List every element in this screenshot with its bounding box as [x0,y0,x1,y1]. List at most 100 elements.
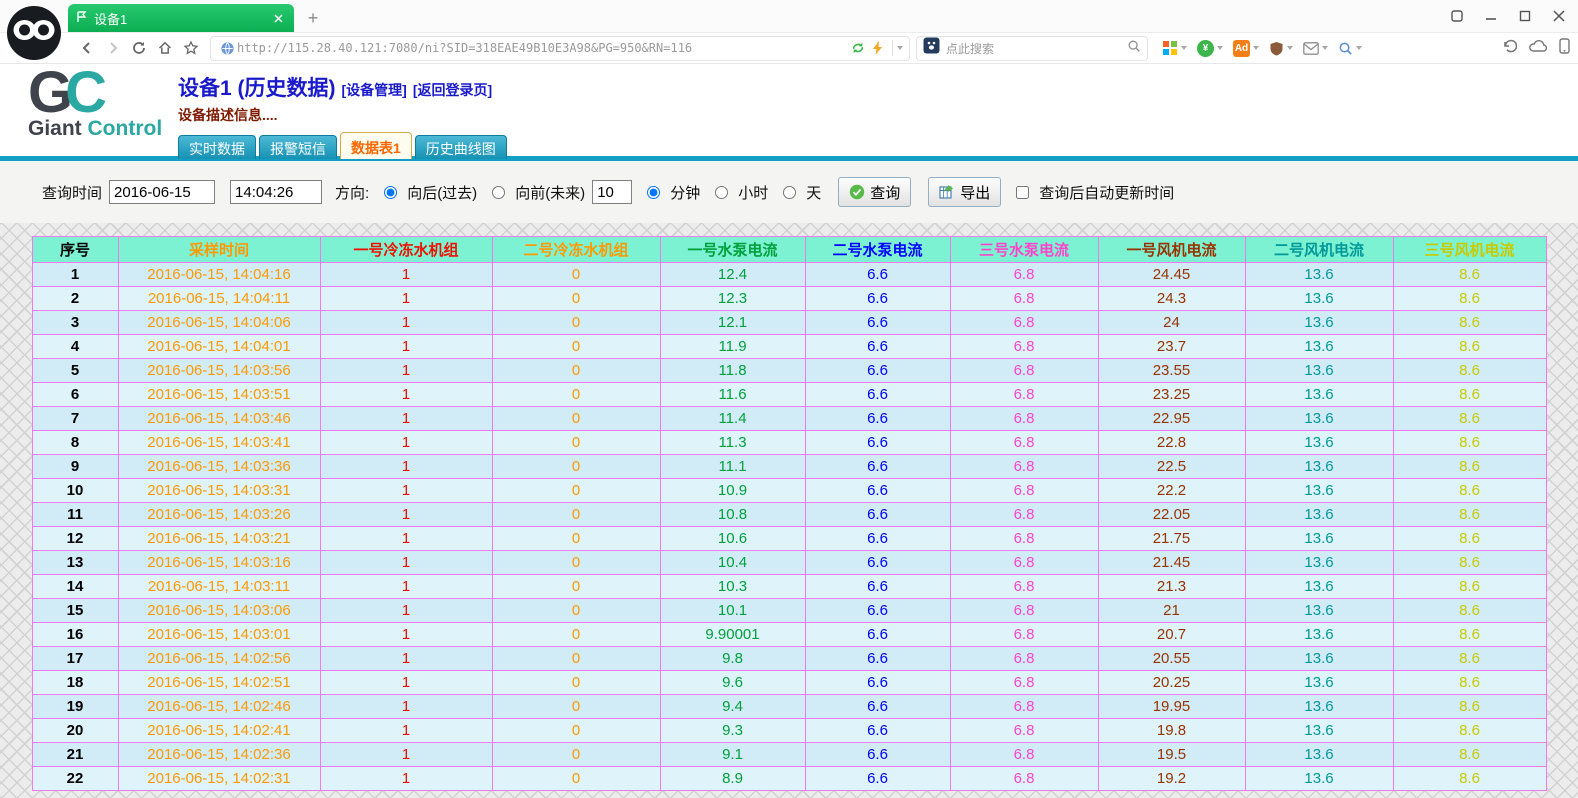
wallet-button[interactable]: ¥ [1197,40,1223,57]
chevron-down-icon[interactable] [1217,46,1223,50]
table-cell: 15 [32,599,118,623]
table-cell: 2016-06-15, 14:02:31 [118,767,320,791]
table-cell: 6.6 [805,479,950,503]
column-header: 三号水泵电流 [950,237,1098,263]
chevron-down-icon[interactable] [1287,46,1293,50]
table-header-row: 序号采样时间一号冷冻水机组二号冷冻水机组一号水泵电流二号水泵电流三号水泵电流一号… [32,237,1546,263]
browser-logo[interactable] [5,3,63,61]
table-cell: 21.75 [1098,527,1245,551]
table-cell: 20.7 [1098,623,1245,647]
chevron-down-icon[interactable] [1322,46,1328,50]
table-cell: 8.6 [1393,575,1546,599]
ad-block-button[interactable]: Ad [1233,40,1259,57]
chevron-down-icon[interactable] [1181,46,1187,50]
favorite-star-icon[interactable] [178,36,204,60]
browser-tab[interactable]: 设备1 [68,4,294,32]
table-cell: 6.6 [805,527,950,551]
radio-forward[interactable] [492,186,505,199]
mobile-phone-icon[interactable] [1559,38,1570,59]
direction-label: 方向: [335,182,369,203]
table-cell: 10.9 [660,479,805,503]
table-cell: 13.6 [1245,359,1393,383]
table-cell: 2016-06-15, 14:03:41 [118,431,320,455]
table-cell: 4 [32,335,118,359]
skin-icon[interactable] [1446,6,1468,26]
table-cell: 13.6 [1245,695,1393,719]
chevron-down-icon[interactable] [1356,46,1362,50]
auto-refresh-icon[interactable] [848,41,868,55]
minimize-icon[interactable] [1480,6,1502,26]
table-cell: 12.1 [660,311,805,335]
mail-button[interactable] [1303,42,1328,55]
table-cell: 12 [32,527,118,551]
table-cell: 6.6 [805,647,950,671]
return-login-link[interactable]: [返回登录页] [413,80,492,100]
address-bar[interactable]: http://115.28.40.121:7080/ni?SID=318EAE4… [210,36,910,61]
interval-input[interactable] [592,180,632,204]
close-icon[interactable] [1548,6,1570,26]
table-cell: 8.6 [1393,479,1546,503]
chevron-down-icon[interactable] [897,46,903,50]
plugin-button[interactable] [1269,41,1293,56]
cloud-icon[interactable] [1529,39,1547,57]
extension-icons: ¥ Ad [1162,40,1362,57]
new-tab-button[interactable]: + [300,7,326,29]
tab-history-curve[interactable]: 历史曲线图 [415,135,507,159]
column-header: 一号冷冻水机组 [320,237,492,263]
back-icon[interactable] [74,36,100,60]
home-icon[interactable] [152,36,178,60]
undo-icon[interactable] [1501,39,1517,58]
address-url[interactable]: http://115.28.40.121:7080/ni?SID=318EAE4… [237,41,848,55]
tab-data-table-1[interactable]: 数据表1 [340,132,412,159]
radio-day[interactable] [783,186,796,199]
search-icon[interactable] [1127,39,1141,58]
table-cell: 10.4 [660,551,805,575]
table-row: 192016-06-15, 14:02:46109.46.66.819.9513… [32,695,1546,719]
table-cell: 13.6 [1245,719,1393,743]
table-cell: 8 [32,431,118,455]
radio-backward[interactable] [384,186,397,199]
auto-update-checkbox[interactable] [1016,186,1029,199]
tab-realtime-data[interactable]: 实时数据 [178,135,256,159]
table-cell: 1 [320,575,492,599]
search-engine-paw-icon[interactable] [923,37,940,59]
table-cell: 8.6 [1393,455,1546,479]
tab-alarm-sms[interactable]: 报警短信 [259,135,337,159]
table-cell: 2016-06-15, 14:03:36 [118,455,320,479]
radio-hour[interactable] [715,186,728,199]
time-input[interactable] [230,180,322,204]
table-cell: 23.55 [1098,359,1245,383]
apps-grid-button[interactable] [1162,40,1187,56]
table-cell: 7 [32,407,118,431]
history-data-table: 序号采样时间一号冷冻水机组二号冷冻水机组一号水泵电流二号水泵电流三号水泵电流一号… [32,236,1547,791]
maximize-icon[interactable] [1514,6,1536,26]
minute-label: 分钟 [670,182,700,203]
table-row: 172016-06-15, 14:02:56109.86.66.820.5513… [32,647,1546,671]
table-row: 222016-06-15, 14:02:31108.96.66.819.213.… [32,767,1546,791]
table-cell: 9.4 [660,695,805,719]
search-box[interactable]: 点此搜索 [916,36,1148,61]
forward-icon[interactable] [100,36,126,60]
table-cell: 1 [320,743,492,767]
refresh-icon[interactable] [126,36,152,60]
table-cell: 6.6 [805,551,950,575]
logo-control-text: Control [88,117,163,140]
table-cell: 0 [492,335,660,359]
apps-grid-icon [1162,40,1178,56]
page-title: 设备1 (历史数据) [178,72,336,102]
export-icon [939,184,955,200]
find-button[interactable] [1338,41,1362,56]
table-row: 162016-06-15, 14:03:01109.900016.66.820.… [32,623,1546,647]
table-cell: 2016-06-15, 14:02:51 [118,671,320,695]
lightning-icon[interactable] [868,41,888,55]
date-input[interactable] [109,180,215,204]
device-manage-link[interactable]: [设备管理] [342,80,407,100]
chevron-down-icon[interactable] [1253,46,1259,50]
table-cell: 6.8 [950,503,1098,527]
query-button[interactable]: 查询 [838,177,911,207]
tab-close-icon[interactable] [270,10,286,26]
page-flag-icon [76,11,88,26]
export-button[interactable]: 导出 [928,177,1001,207]
radio-minute[interactable] [647,186,660,199]
table-cell: 6.8 [950,311,1098,335]
